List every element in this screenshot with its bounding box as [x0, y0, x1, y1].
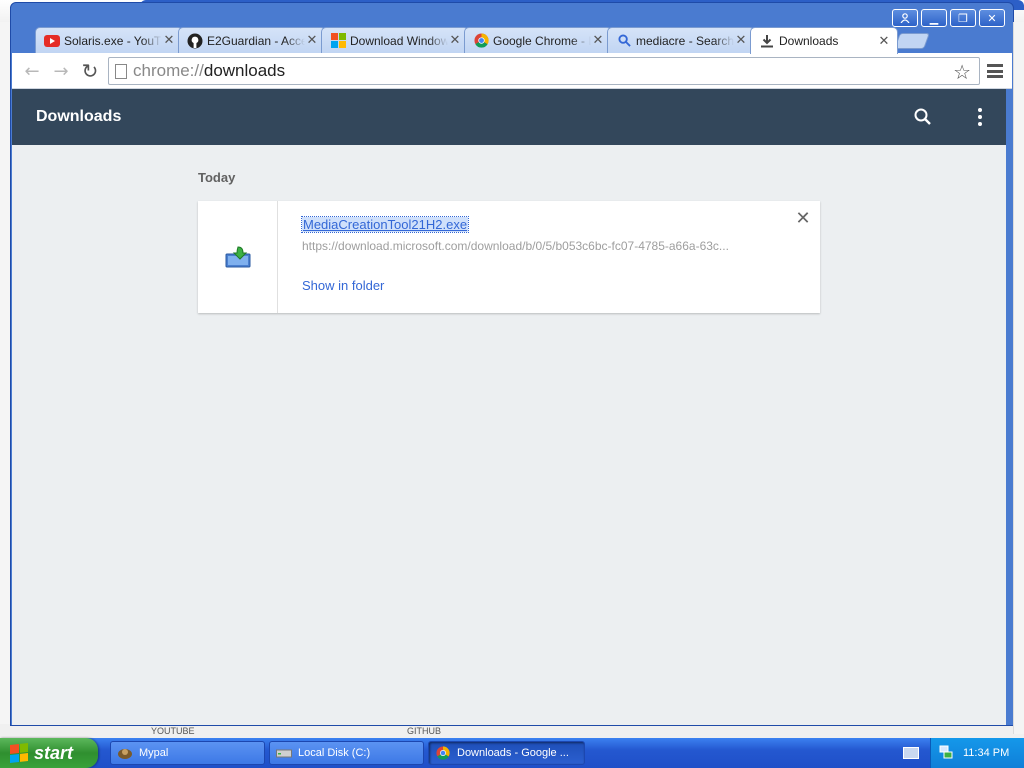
- tab-strip: Solaris.exe - YouTube ✕ E2Guardian - Acc…: [21, 27, 930, 54]
- page-title: Downloads: [36, 108, 122, 125]
- clock[interactable]: 11:34 PM: [963, 747, 1009, 759]
- person-icon: [900, 13, 910, 23]
- taskbar-item-label: Downloads - Google ...: [457, 747, 569, 759]
- taskbar-item-downloads[interactable]: Downloads - Google ...: [428, 741, 585, 765]
- browser-toolbar: ← → ↻ chrome:// downloads ☆: [12, 53, 1012, 89]
- taskbar-item-local-disk[interactable]: Local Disk (C:): [269, 741, 424, 765]
- close-icon[interactable]: ✕: [162, 33, 176, 48]
- close-icon: ✕: [795, 207, 811, 229]
- close-icon[interactable]: ✕: [591, 33, 605, 48]
- chrome-window: ▁ ❐ ✕ Solaris.exe - YouTube ✕ E2Guardian…: [10, 2, 1014, 726]
- tab-microsoft[interactable]: Download Windows ✕: [321, 27, 469, 53]
- downloads-page: Downloads Today MediaCreationTool21H2.ex…: [12, 89, 1006, 725]
- arrow-left-icon: ←: [24, 60, 40, 82]
- keyboard-icon[interactable]: [903, 747, 919, 759]
- search-downloads-button[interactable]: [911, 105, 935, 129]
- profile-button[interactable]: [892, 9, 918, 27]
- reload-button[interactable]: ↻: [78, 59, 102, 83]
- more-actions-button[interactable]: [970, 105, 990, 129]
- file-url[interactable]: https://download.microsoft.com/download/…: [302, 239, 772, 253]
- github-icon: [187, 33, 203, 49]
- system-tray: 11:34 PM: [930, 738, 1024, 768]
- new-tab-button[interactable]: [894, 33, 930, 49]
- tab-downloads[interactable]: Downloads ✕: [750, 27, 898, 54]
- downloads-header: Downloads: [12, 89, 1006, 145]
- youtube-icon: [44, 33, 60, 49]
- bookmark-star-icon[interactable]: ☆: [953, 60, 971, 84]
- file-name-link[interactable]: MediaCreationTool21H2.exe: [300, 216, 470, 233]
- more-vert-icon: [978, 108, 982, 112]
- background-window-bottom: YOUTUBE GITHUB: [0, 724, 1024, 738]
- restore-icon: ❐: [958, 11, 968, 25]
- microsoft-icon: [330, 33, 346, 49]
- tab-github[interactable]: E2Guardian - Access ✕: [178, 27, 326, 53]
- page-icon: [115, 63, 127, 79]
- close-icon[interactable]: ✕: [877, 34, 891, 49]
- url-path: downloads: [203, 61, 286, 80]
- tab-title: Downloads: [779, 34, 839, 48]
- minimize-icon: ▁: [929, 11, 939, 25]
- back-button[interactable]: ←: [20, 59, 44, 83]
- window-controls: ▁ ❐ ✕: [892, 9, 1005, 27]
- tab-search[interactable]: mediacre - Search ✕: [607, 27, 755, 53]
- close-icon: ✕: [987, 11, 997, 25]
- chrome-icon: [435, 745, 451, 761]
- windows-flag-icon: [10, 743, 28, 763]
- reload-icon: ↻: [81, 59, 99, 83]
- start-button[interactable]: start: [0, 738, 98, 768]
- search-icon: [914, 108, 931, 125]
- download-icon: [759, 33, 775, 49]
- taskbar-item-mypal[interactable]: Mypal: [110, 741, 265, 765]
- start-label: start: [34, 742, 74, 763]
- mypal-icon: [117, 745, 133, 761]
- show-in-folder-link[interactable]: Show in folder: [302, 278, 384, 293]
- tab-title: E2Guardian - Access: [207, 33, 305, 48]
- search-icon: [616, 33, 632, 49]
- date-header: Today: [198, 170, 236, 185]
- remove-download-button[interactable]: ✕: [794, 207, 812, 229]
- close-icon[interactable]: ✕: [734, 33, 748, 48]
- tab-title: mediacre - Search: [636, 33, 734, 48]
- tab-youtube[interactable]: Solaris.exe - YouTube ✕: [35, 27, 183, 53]
- arrow-right-icon: →: [53, 60, 69, 82]
- minimize-button[interactable]: ▁: [921, 9, 947, 27]
- taskbar: start Mypal Local Disk (C:) Downloads - …: [0, 738, 1024, 768]
- chrome-icon: [473, 33, 489, 49]
- tab-title: Download Windows: [350, 33, 448, 48]
- forward-button[interactable]: →: [49, 59, 73, 83]
- background-label-youtube: YOUTUBE: [151, 726, 195, 736]
- close-icon[interactable]: ✕: [448, 33, 462, 48]
- close-icon[interactable]: ✕: [305, 33, 319, 48]
- close-window-button[interactable]: ✕: [979, 9, 1005, 27]
- chrome-menu-button[interactable]: [984, 61, 1006, 81]
- background-label-github: GITHUB: [407, 726, 442, 736]
- installer-icon: [225, 246, 250, 268]
- taskbar-item-label: Local Disk (C:): [298, 747, 371, 759]
- taskbar-item-label: Mypal: [139, 747, 169, 759]
- tab-title: Solaris.exe - YouTube: [64, 33, 162, 48]
- file-icon-cell: [198, 201, 278, 313]
- network-icon[interactable]: [939, 745, 953, 762]
- tab-chrome[interactable]: Google Chrome - Download ✕: [464, 27, 612, 53]
- restore-button[interactable]: ❐: [950, 9, 976, 27]
- background-scrollbar[interactable]: [1013, 22, 1024, 734]
- download-item: MediaCreationTool21H2.exe https://downlo…: [198, 201, 820, 313]
- tab-title: Google Chrome - Download: [493, 33, 591, 48]
- address-bar[interactable]: chrome:// downloads ☆: [108, 57, 980, 85]
- drive-icon: [276, 745, 292, 761]
- url-scheme: chrome://: [133, 61, 204, 80]
